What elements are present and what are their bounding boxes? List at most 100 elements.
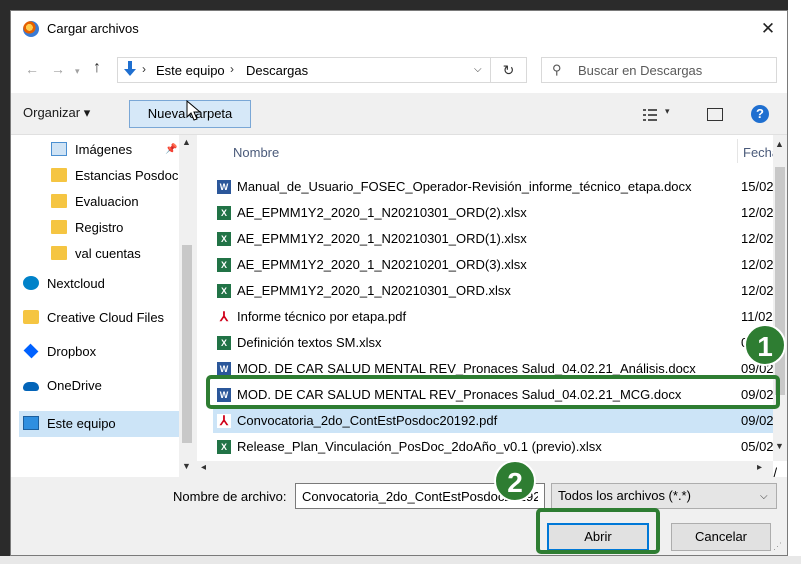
nav-item[interactable]: val cuentas xyxy=(19,241,181,267)
scroll-up-icon[interactable]: ▲ xyxy=(775,139,784,149)
file-row[interactable]: X AE_EPMM1Y2_2020_1_N20210301_ORD(2).xlsx… xyxy=(213,201,777,225)
resize-grip-icon[interactable]: ⋰ xyxy=(773,541,782,552)
excel-spreadsheet-icon: X xyxy=(217,440,231,454)
address-dropdown-chevron-icon[interactable]: ⌵ xyxy=(474,64,482,75)
nav-item-label: Registro xyxy=(75,220,124,235)
nav-item-label: Creative Cloud Files xyxy=(47,310,165,325)
excel-spreadsheet-icon: X xyxy=(217,258,231,272)
creative-cloud-icon xyxy=(23,310,39,324)
file-row[interactable]: ⅄ Informe técnico por etapa.pdf 11/02/ xyxy=(213,305,776,329)
computer-icon xyxy=(23,416,39,430)
nextcloud-icon xyxy=(23,276,39,290)
highlight-open-button xyxy=(536,508,660,554)
file-date: 12/02/ xyxy=(741,231,777,246)
file-row[interactable]: ⅄ Convocatoria_2do_ContEstPosdoc20192.pdf… xyxy=(213,409,777,433)
close-button[interactable]: ✕ xyxy=(755,17,781,41)
nav-item[interactable]: Estancias Posdoc xyxy=(19,163,181,189)
address-bar[interactable]: › Este equipo › Descargas ⌵ xyxy=(117,57,491,83)
file-name: Definición textos SM.xlsx xyxy=(237,335,382,350)
recent-locations-chevron-icon[interactable]: ▾ xyxy=(75,66,80,77)
breadcrumb-descargas[interactable]: Descargas xyxy=(246,63,308,78)
navigation-pane: Imágenes 📌 Estancias Posdoc Evaluacion Regis… xyxy=(11,135,195,477)
search-placeholder: Buscar en Descargas xyxy=(578,63,703,78)
file-row[interactable]: XDefinición textos SM.xlsx09/02/ xyxy=(213,331,777,355)
view-options-chevron-icon[interactable]: ▾ xyxy=(665,106,670,117)
nav-item[interactable]: Evaluacion xyxy=(19,189,181,215)
column-divider[interactable] xyxy=(737,139,738,163)
title-bar: Cargar archivos ✕ xyxy=(11,11,787,47)
nav-item[interactable]: Imágenes 📌 xyxy=(19,137,181,163)
file-date: 09/02/ xyxy=(741,413,777,428)
scroll-right-icon[interactable]: ▸ xyxy=(757,462,762,473)
file-row[interactable]: X AE_EPMM1Y2_2020_1_N20210201_ORD(3).xlsx… xyxy=(213,253,777,277)
chevron-down-icon: ⌵ xyxy=(760,491,768,502)
file-date: 12/02/ xyxy=(741,283,777,298)
breadcrumb-este-equipo[interactable]: Este equipo xyxy=(156,63,225,78)
help-icon[interactable]: ? xyxy=(751,105,769,123)
nav-item-label: Nextcloud xyxy=(47,276,105,291)
scroll-thumb[interactable] xyxy=(182,245,192,443)
firefox-icon xyxy=(23,21,39,37)
file-open-dialog: Cargar archivos ✕ ← → ▾ ↑ › Este equipo … xyxy=(10,10,788,556)
search-icon: ⚲ xyxy=(552,62,562,77)
excel-spreadsheet-icon: X xyxy=(217,284,231,298)
step-2-badge: 2 xyxy=(494,460,536,502)
dropbox-icon xyxy=(23,343,39,359)
organize-menu-button[interactable]: Organizar ▾ xyxy=(23,105,90,121)
navigation-scrollbar[interactable]: ▲ ▼ xyxy=(179,135,195,477)
filename-label: Nombre de archivo: xyxy=(173,489,287,504)
file-name: AE_EPMM1Y2_2020_1_N20210301_ORD(2).xlsx xyxy=(237,205,527,220)
nav-item[interactable]: Creative Cloud Files xyxy=(19,305,181,331)
file-list: Nombre Fecha W Manual_de_Usuario_FOSEC_Op… xyxy=(197,135,787,480)
file-name: Informe técnico por etapa.pdf xyxy=(237,309,407,324)
cancel-button[interactable]: Cancelar xyxy=(671,523,771,551)
file-name: AE_EPMM1Y2_2020_1_N20210301_ORD.xlsx xyxy=(237,283,511,298)
pdf-document-icon: ⅄ xyxy=(217,414,231,428)
nav-item[interactable]: OneDrive xyxy=(19,373,181,399)
folder-icon xyxy=(51,168,67,182)
pin-icon[interactable]: 📌 xyxy=(165,137,177,163)
nav-item[interactable]: Registro xyxy=(19,215,181,241)
file-row[interactable]: X AE_EPMM1Y2_2020_1_N20210301_ORD(1).xlsx… xyxy=(213,227,777,251)
nav-item-label: OneDrive xyxy=(47,378,102,393)
file-date: 05/02/ xyxy=(741,439,777,454)
scroll-down-icon[interactable]: ▼ xyxy=(775,441,784,451)
file-date: 15/02/ xyxy=(741,179,777,194)
view-options-icon[interactable] xyxy=(643,109,657,121)
file-name: AE_EPMM1Y2_2020_1_N20210201_ORD(3).xlsx xyxy=(237,257,527,272)
refresh-button[interactable]: ↻ xyxy=(491,57,527,83)
scroll-down-icon[interactable]: ▼ xyxy=(182,461,191,471)
back-arrow-icon[interactable]: ← xyxy=(25,61,39,77)
scroll-left-icon[interactable]: ◂ xyxy=(201,462,206,473)
nav-item[interactable]: Dropbox xyxy=(19,339,181,365)
up-arrow-icon[interactable]: ↑ xyxy=(93,59,101,77)
nav-item-label: val cuentas xyxy=(75,246,141,261)
file-row[interactable]: X Release_Plan_Vinculación_PosDoc_2doAño_… xyxy=(213,435,777,459)
step-1-badge: 1 xyxy=(744,324,786,366)
forward-arrow-icon[interactable]: → xyxy=(51,61,65,77)
command-toolbar: Organizar ▾ Nueva carpeta ▾ ? xyxy=(11,93,787,135)
scroll-up-icon[interactable]: ▲ xyxy=(182,137,191,147)
background-app-bottom xyxy=(0,556,801,564)
downloads-icon xyxy=(124,61,136,76)
pdf-document-icon: ⅄ xyxy=(217,310,231,324)
preview-pane-icon[interactable] xyxy=(707,108,723,121)
background-app-edge xyxy=(788,0,801,564)
file-row[interactable]: W Manual_de_Usuario_FOSEC_Operador-Revisi… xyxy=(213,175,777,199)
breadcrumb-separator-icon: › xyxy=(230,62,234,76)
file-name: Manual_de_Usuario_FOSEC_Operador-Revisió… xyxy=(237,179,692,194)
file-list-horizontal-scrollbar[interactable]: ◂ ▸ xyxy=(197,461,773,477)
column-header-name[interactable]: Nombre xyxy=(233,145,279,160)
word-document-icon: W xyxy=(217,180,231,194)
nav-item[interactable]: Este equipo xyxy=(19,411,181,437)
nav-item[interactable]: Nextcloud xyxy=(19,271,181,297)
file-type-select[interactable]: Todos los archivos (*.*) ⌵ xyxy=(551,483,777,509)
excel-spreadsheet-icon: X xyxy=(217,336,231,350)
file-row[interactable]: X AE_EPMM1Y2_2020_1_N20210301_ORD.xlsx 12/… xyxy=(213,279,777,303)
file-date: 12/02/ xyxy=(741,257,777,272)
file-date: 12/02/ xyxy=(741,205,777,220)
folder-icon xyxy=(51,220,67,234)
nav-item-label: Dropbox xyxy=(47,344,97,359)
file-list-vertical-scrollbar[interactable]: ▲ ▼ xyxy=(773,135,787,461)
search-box[interactable]: ⚲ Buscar en Descargas xyxy=(541,57,777,83)
